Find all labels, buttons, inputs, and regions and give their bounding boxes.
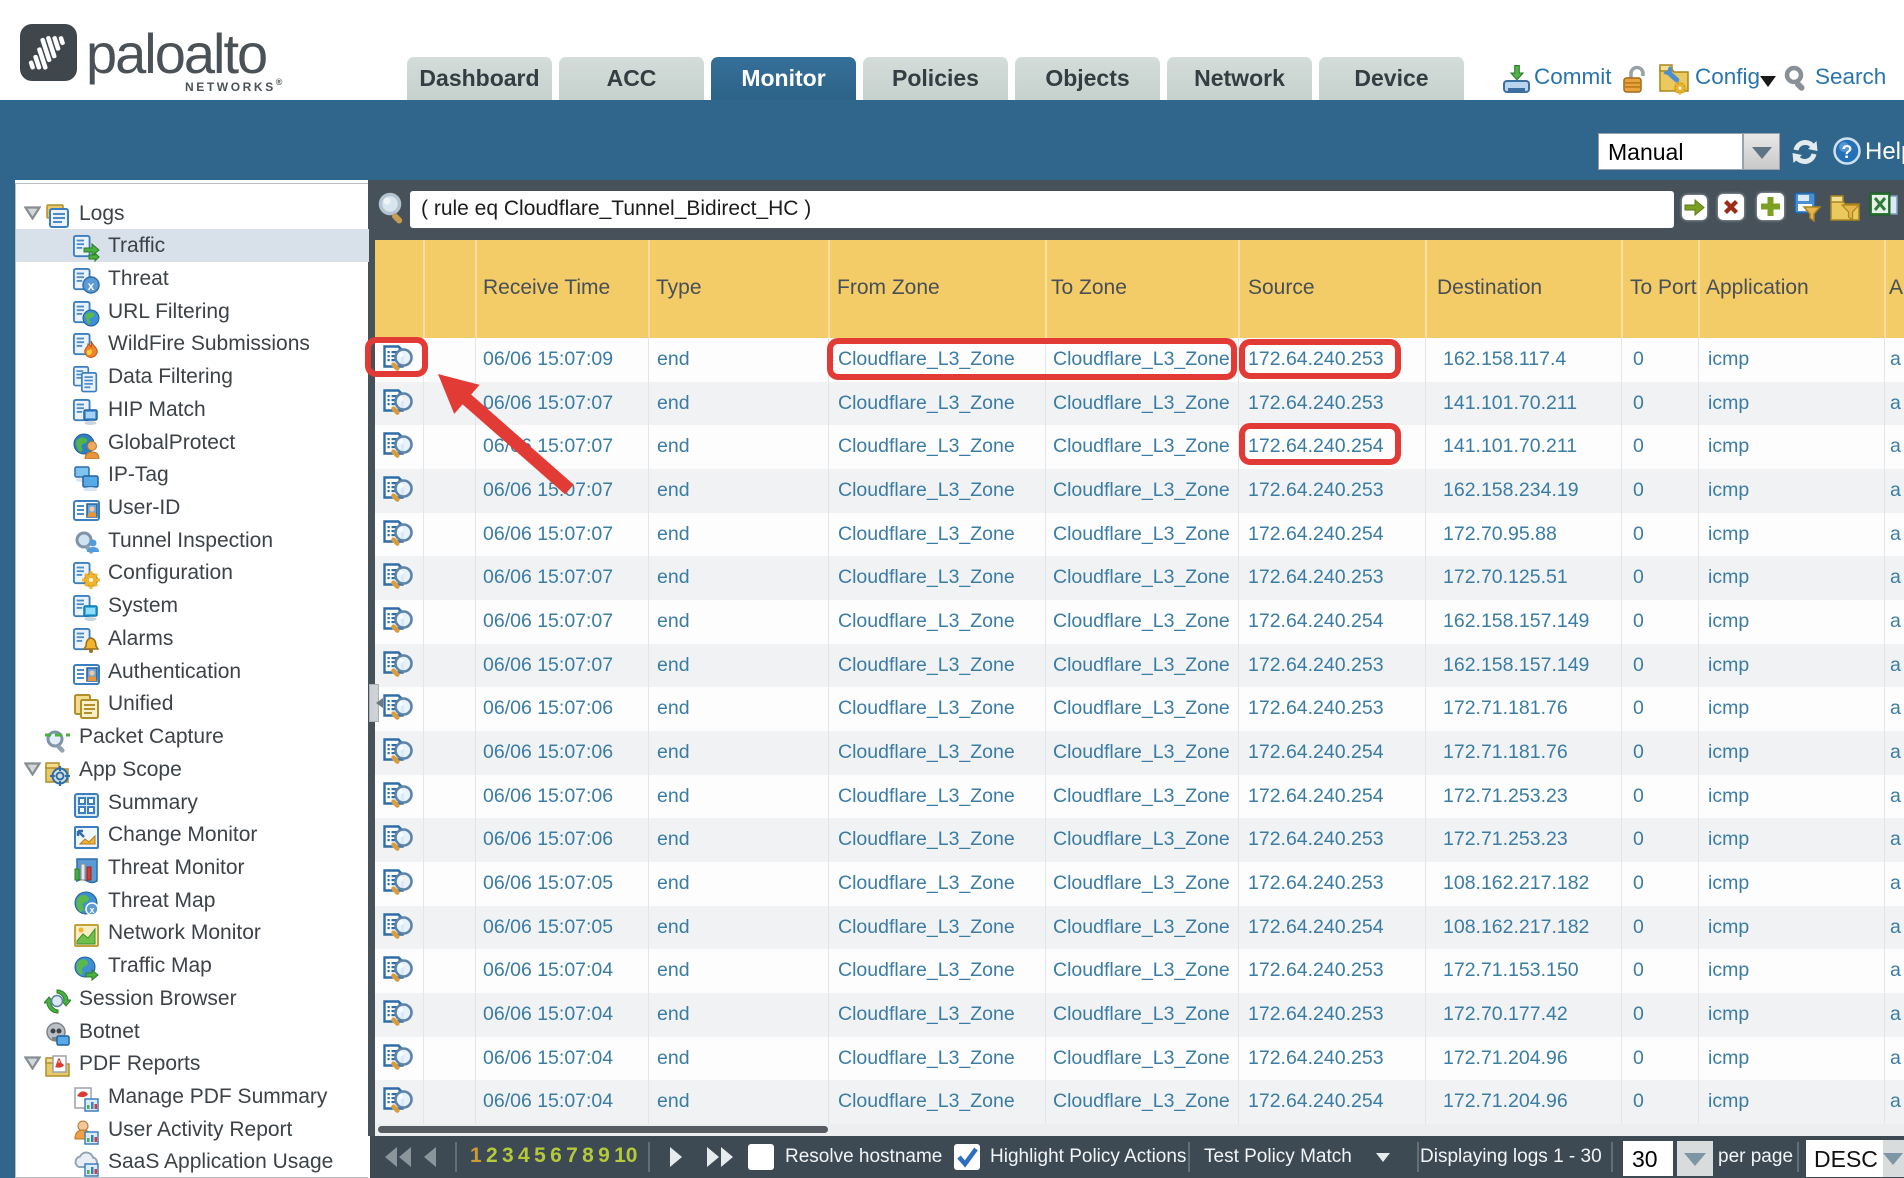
svg-text:?: ? bbox=[1842, 142, 1853, 162]
svg-text:x: x bbox=[89, 905, 94, 915]
svg-text:A: A bbox=[56, 1057, 63, 1067]
svg-text:x: x bbox=[88, 279, 95, 293]
